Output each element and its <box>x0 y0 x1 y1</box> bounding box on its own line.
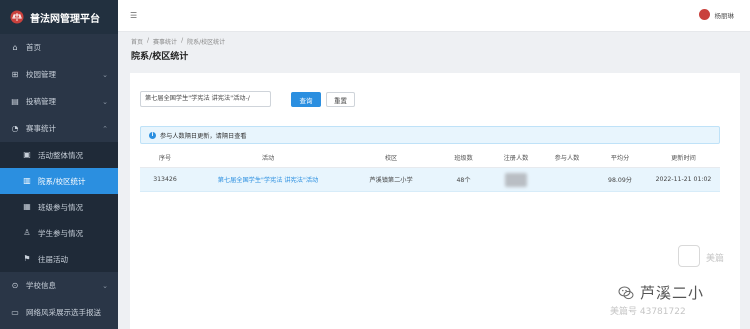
table-row[interactable]: 313426 第七届全国学生"学宪法 讲宪法"活动 芦溪镇第二小学 48个 98… <box>140 168 720 192</box>
user-menu[interactable]: 杨丽琳 <box>698 9 735 20</box>
col-registered: 注册人数 <box>503 155 529 162</box>
notice-bar: i 参与人数隔日更新，请隔日查看 <box>140 126 720 144</box>
chevron-down-icon: ⌄ <box>102 281 108 290</box>
col-classes: 班级数 <box>454 155 473 162</box>
top-header: ☰ 杨丽琳 <box>118 0 750 32</box>
col-updated: 更新时间 <box>671 155 696 162</box>
breadcrumb: 首页 / 赛事统计 / 院系/校区统计 <box>131 37 229 46</box>
watermark-brand-text: 芦溪二小 <box>640 284 705 302</box>
class-icon: ▦ <box>23 202 31 211</box>
col-campus: 校区 <box>384 155 398 162</box>
app-title: 普法网管理平台 <box>30 13 100 25</box>
sidebar-item-students[interactable]: ♙ 学生参与情况 <box>0 220 118 246</box>
watermark-logo-icon <box>678 245 700 267</box>
chevron-up-icon: ⌃ <box>102 124 108 133</box>
flag-icon: ⚑ <box>23 254 31 263</box>
activity-select[interactable]: 第七届全国学生"学宪法 讲宪法"活动-/ <box>140 91 271 107</box>
school-icon: ⊞ <box>11 69 19 79</box>
row-campus: 芦溪镇第二小学 <box>369 177 413 184</box>
scales-logo-icon <box>10 10 24 24</box>
row-avg-score: 98.09分 <box>608 177 632 184</box>
document-icon: ▤ <box>11 96 19 106</box>
sidebar: 普法网管理平台 ⌂ 首页 ⊞ 校园管理 ⌄ ▤ 投稿管理 ⌄ ◔ 赛事统计 ⌃ … <box>0 0 118 329</box>
sidebar-item-stats[interactable]: ◔ 赛事统计 ⌃ <box>0 115 118 142</box>
breadcrumb-current: 院系/校区统计 <box>187 39 226 46</box>
notice-text: 参与人数隔日更新，请隔日查看 <box>160 132 247 140</box>
sidebar-item-school-info[interactable]: ⊙ 学校信息 ⌄ <box>0 272 118 299</box>
user-icon: ♙ <box>23 228 31 237</box>
brand: 普法网管理平台 <box>0 0 118 34</box>
user-name: 杨丽琳 <box>714 11 735 20</box>
sidebar-item-upload[interactable]: ▭ 网络风采展示选手报送 <box>0 299 118 326</box>
reset-button[interactable]: 重置 <box>326 92 355 107</box>
row-updated: 2022-11-21 01:02 <box>655 176 712 183</box>
col-avg-score: 平均分 <box>610 155 630 162</box>
bar-chart-icon: ▥ <box>23 176 31 185</box>
query-button[interactable]: 查询 <box>291 92 321 107</box>
watermark-brand: 芦溪二小 <box>618 282 704 303</box>
chevron-down-icon: ⌄ <box>102 70 108 79</box>
info-icon: ⊙ <box>11 280 19 290</box>
col-id: 序号 <box>158 155 172 162</box>
table-header: 序号 活动 校区 班级数 注册人数 参与人数 平均分 更新时间 <box>140 148 720 168</box>
chart-icon: ◔ <box>11 123 19 133</box>
upload-icon: ▭ <box>11 307 19 317</box>
col-activity: 活动 <box>261 155 275 162</box>
avatar <box>698 9 710 20</box>
stats-table: 序号 活动 校区 班级数 注册人数 参与人数 平均分 更新时间 313426 第… <box>140 148 720 192</box>
chevron-down-icon: ⌄ <box>102 97 108 106</box>
stats-submenu: ▣ 活动整体情况 ▥ 院系/校区统计 ▦ 班级参与情况 ♙ 学生参与情况 ⚑ 往… <box>0 142 118 272</box>
sidebar-item-class[interactable]: ▦ 班级参与情况 <box>0 194 118 220</box>
sidebar-item-campus[interactable]: ⊞ 校园管理 ⌄ <box>0 61 118 88</box>
report-icon: ▣ <box>23 150 31 159</box>
redacted-value <box>505 172 527 187</box>
breadcrumb-home[interactable]: 首页 <box>131 37 143 46</box>
breadcrumb-separator: / <box>147 37 150 44</box>
breadcrumb-separator: / <box>181 37 184 44</box>
info-icon: i <box>149 131 156 139</box>
row-activity-link[interactable]: 第七届全国学生"学宪法 讲宪法"活动 <box>190 175 346 184</box>
page-title: 院系/校区统计 <box>131 52 189 62</box>
menu-fold-icon[interactable]: ☰ <box>130 11 137 20</box>
col-participants: 参与人数 <box>554 155 580 162</box>
sidebar-item-submissions[interactable]: ▤ 投稿管理 ⌄ <box>0 88 118 115</box>
sidebar-item-campus-stats[interactable]: ▥ 院系/校区统计 <box>0 168 118 194</box>
row-id: 313426 <box>153 176 177 183</box>
row-classes: 48个 <box>456 177 471 184</box>
home-icon: ⌂ <box>12 42 18 52</box>
wechat-icon <box>618 286 634 299</box>
sidebar-item-past[interactable]: ⚑ 往届活动 <box>0 246 118 272</box>
sidebar-item-overall[interactable]: ▣ 活动整体情况 <box>0 142 118 168</box>
watermark-app-text: 美篇 <box>706 254 725 264</box>
sidebar-item-home[interactable]: ⌂ 首页 <box>0 34 118 61</box>
breadcrumb-stats[interactable]: 赛事统计 <box>153 37 177 46</box>
watermark-id: 美篇号 43781722 <box>610 307 686 317</box>
row-registered <box>491 172 541 187</box>
